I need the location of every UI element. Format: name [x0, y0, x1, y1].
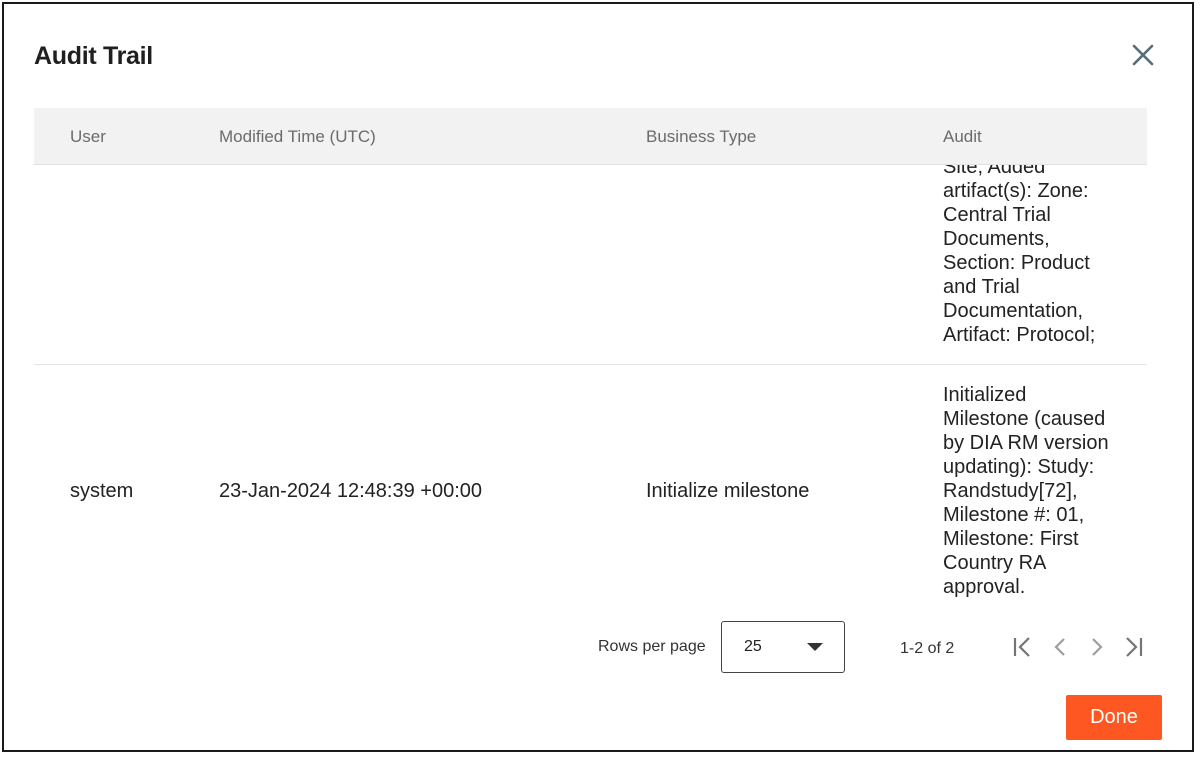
- dialog-title: Audit Trail: [34, 42, 153, 70]
- first-page-button[interactable]: [1010, 634, 1036, 660]
- page-range: 1-2 of 2: [900, 640, 955, 657]
- close-icon: [1132, 44, 1154, 66]
- next-page-icon: [1092, 638, 1103, 656]
- pagination: Rows per page 25 1-2 of 2: [34, 616, 1147, 676]
- cell-audit: Site, Added artifact(s): Zone: Central T…: [943, 165, 1096, 346]
- table-body[interactable]: Site, Added artifact(s): Zone: Central T…: [34, 165, 1147, 616]
- cell-audit: Initialized Milestone (caused by DIA RM …: [943, 384, 1109, 598]
- column-header-user: User: [70, 127, 106, 146]
- cell-user: system: [70, 480, 134, 502]
- column-header-business-type: Business Type: [646, 127, 757, 146]
- last-page-icon: [1126, 637, 1143, 657]
- table-header: User Modified Time (UTC) Business Type A…: [34, 108, 1147, 165]
- rows-per-page-value: 25: [744, 638, 762, 655]
- audit-trail-dialog: Audit Trail User Modified Time (UTC) Bus…: [2, 2, 1194, 752]
- cell-business-type: Initialize milestone: [646, 480, 810, 502]
- caret-down-icon: [807, 643, 823, 651]
- previous-page-button[interactable]: [1047, 634, 1073, 660]
- audit-table: User Modified Time (UTC) Business Type A…: [34, 108, 1147, 616]
- table-row: system 23-Jan-2024 12:48:39 +00:00 Initi…: [34, 365, 1147, 616]
- table-row: Site, Added artifact(s): Zone: Central T…: [34, 165, 1147, 365]
- last-page-button[interactable]: [1120, 634, 1146, 660]
- first-page-icon: [1013, 637, 1030, 657]
- close-button[interactable]: [1128, 40, 1158, 70]
- column-header-modified-time: Modified Time (UTC): [219, 127, 376, 146]
- rows-per-page-select[interactable]: 25: [721, 621, 845, 673]
- column-header-audit: Audit: [943, 127, 982, 146]
- cell-modified-time: 23-Jan-2024 12:48:39 +00:00: [219, 480, 482, 502]
- rows-per-page-label: Rows per page: [598, 638, 706, 655]
- done-button[interactable]: Done: [1066, 695, 1162, 740]
- next-page-button[interactable]: [1084, 634, 1110, 660]
- previous-page-icon: [1054, 638, 1065, 656]
